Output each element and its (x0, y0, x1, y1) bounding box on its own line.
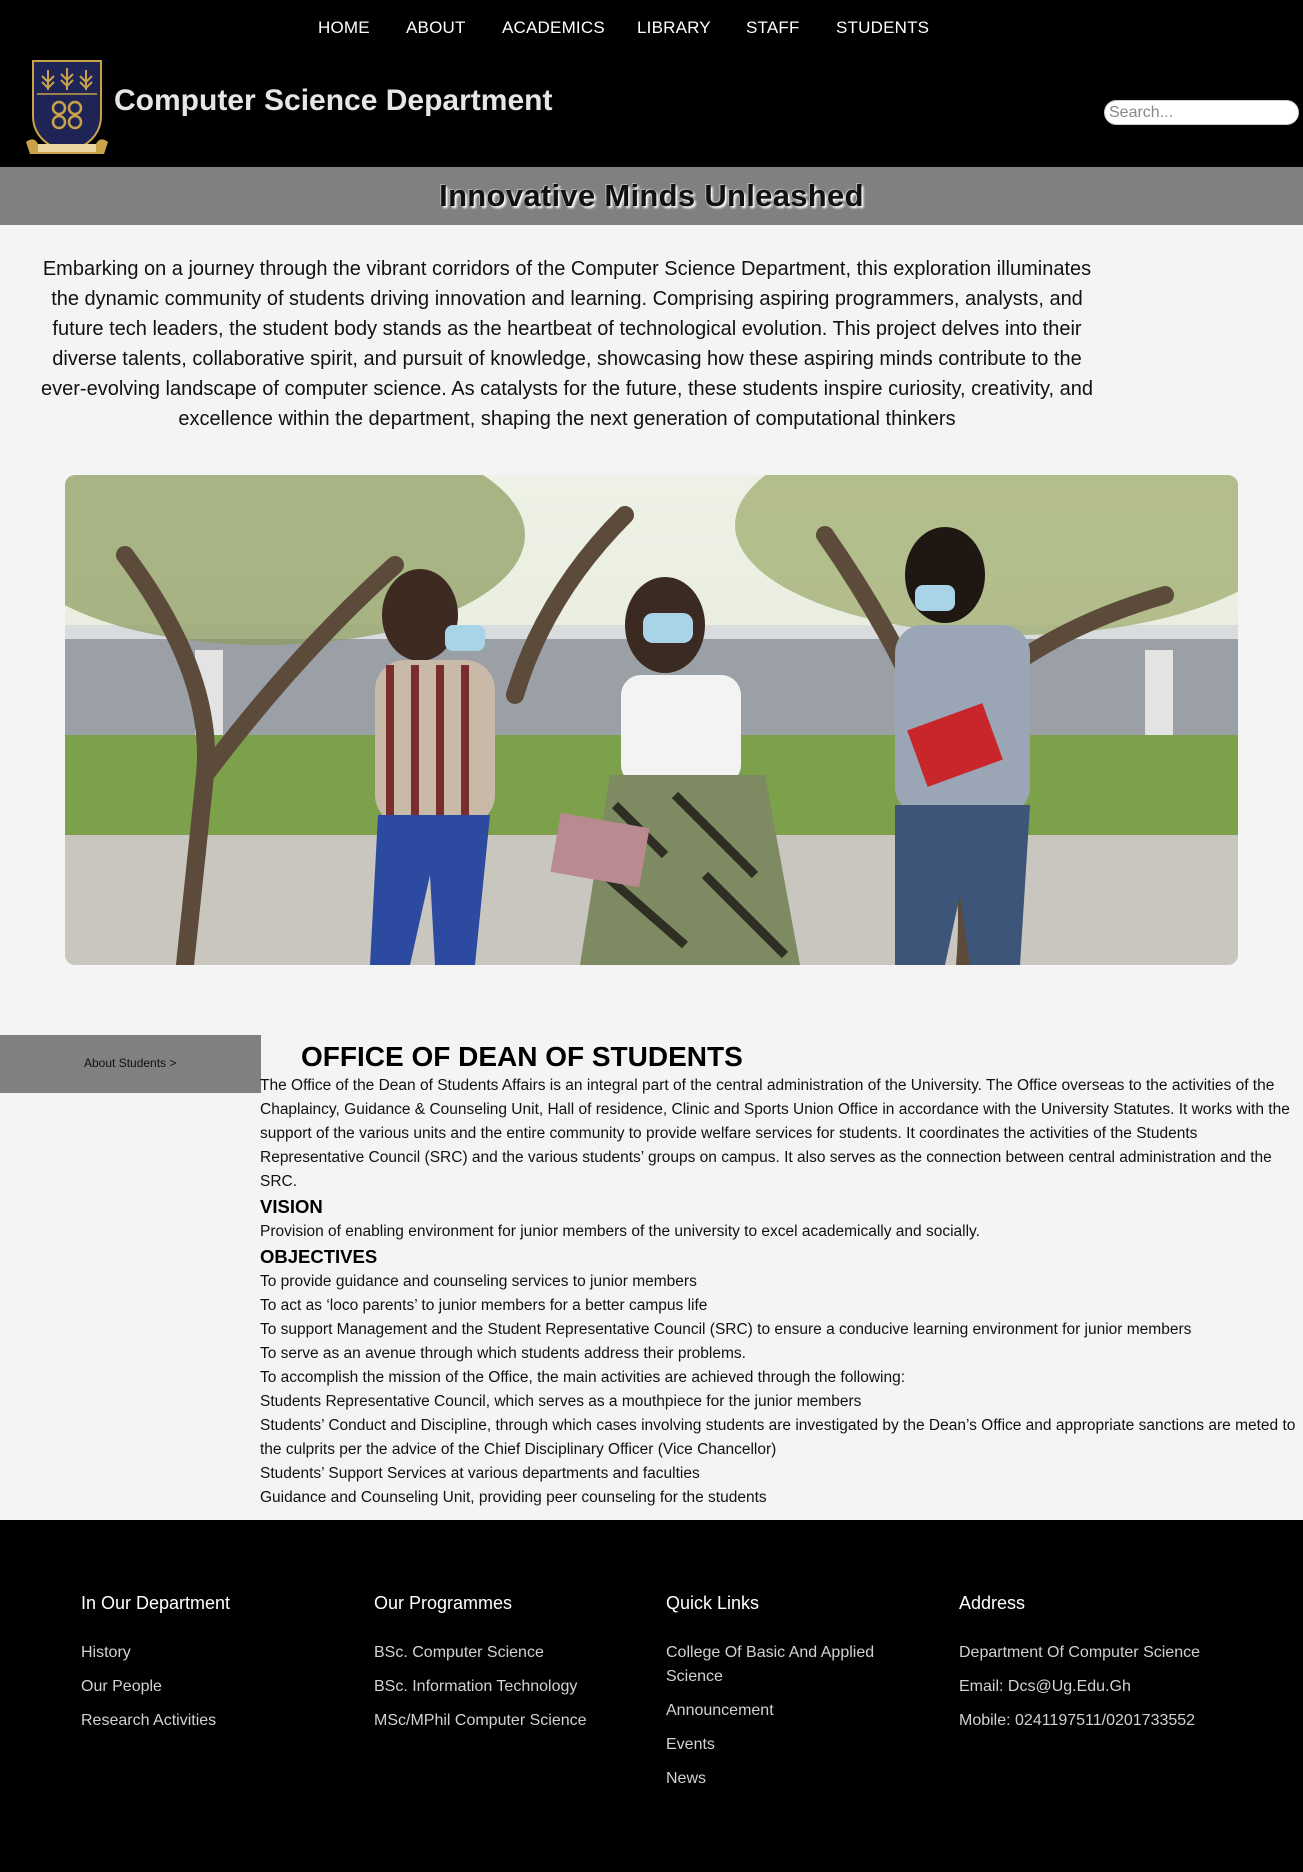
footer-link-announcement[interactable]: Announcement (666, 1699, 916, 1723)
footer-link-bsc-it[interactable]: BSc. Information Technology (374, 1675, 634, 1699)
search-input[interactable] (1104, 100, 1299, 125)
site-title: Computer Science Department (114, 84, 553, 117)
top-navigation: HOME ABOUT ACADEMICS LIBRARY STAFF STUDE… (0, 18, 1303, 42)
footer-link-events[interactable]: Events (666, 1733, 916, 1757)
nav-staff-link[interactable]: STAFF (746, 18, 800, 38)
objective-item: To accomplish the mission of the Office,… (260, 1369, 906, 1386)
nav-academics-link[interactable]: ACADEMICS (502, 18, 605, 38)
footer-link-research[interactable]: Research Activities (81, 1709, 341, 1733)
footer-programmes-column: Our Programmes BSc. Computer Science BSc… (374, 1592, 634, 1743)
intro-paragraph: Embarking on a journey through the vibra… (41, 258, 1093, 430)
site-header: HOME ABOUT ACADEMICS LIBRARY STAFF STUDE… (0, 0, 1303, 167)
vision-heading: VISION (260, 1196, 323, 1217)
footer-address-column: Address Department Of Computer Science E… (959, 1592, 1259, 1743)
objective-item: To serve as an avenue through which stud… (260, 1345, 746, 1362)
sidebar: About Students > (0, 1035, 261, 1093)
vision-text: Provision of enabling environment for ju… (260, 1223, 980, 1240)
footer-link-bsc-cs[interactable]: BSc. Computer Science (374, 1641, 634, 1665)
address-mobile: Mobile: 0241197511/0201733552 (959, 1712, 1196, 1729)
address-department: Department Of Computer Science (959, 1644, 1200, 1661)
site-footer: In Our Department History Our People Res… (0, 1520, 1303, 1872)
objective-item: To support Management and the Student Re… (260, 1321, 1192, 1338)
nav-library-link[interactable]: LIBRARY (637, 18, 711, 38)
objective-item: To provide guidance and counseling servi… (260, 1273, 697, 1290)
footer-link-history[interactable]: History (81, 1641, 341, 1665)
objectives-heading: OBJECTIVES (260, 1246, 378, 1267)
section-title: OFFICE OF DEAN OF STUDENTS (301, 1041, 743, 1072)
footer-heading: Quick Links (666, 1593, 760, 1613)
footer-heading: Our Programmes (374, 1593, 513, 1613)
footer-link-news[interactable]: News (666, 1767, 916, 1791)
nav-about-link[interactable]: ABOUT (406, 18, 466, 38)
footer-link-msc-cs[interactable]: MSc/MPhil Computer Science (374, 1709, 634, 1733)
objective-item: To act as ‘loco parents’ to junior membe… (260, 1297, 708, 1314)
footer-link-college[interactable]: College Of Basic And Applied Science (666, 1641, 916, 1689)
address-email: Email: Dcs@Ug.Edu.Gh (959, 1678, 1131, 1695)
university-crest-icon[interactable] (24, 58, 110, 160)
footer-heading: In Our Department (81, 1593, 231, 1613)
footer-link-our-people[interactable]: Our People (81, 1675, 341, 1699)
objective-item: Guidance and Counseling Unit, providing … (260, 1489, 767, 1506)
footer-heading: Address (959, 1593, 1026, 1613)
sidebar-about-students-link[interactable]: About Students > (84, 1056, 176, 1070)
footer-quick-links-column: Quick Links College Of Basic And Applied… (666, 1592, 916, 1801)
objective-item: Students’ Support Services at various de… (260, 1465, 700, 1482)
page-banner: Innovative Minds Unleashed (0, 167, 1303, 225)
objective-item: Students’ Conduct and Discipline, throug… (260, 1417, 1296, 1458)
banner-title: Innovative Minds Unleashed (439, 178, 864, 213)
nav-home-link[interactable]: HOME (318, 18, 370, 38)
main-content: OFFICE OF DEAN OF STUDENTS The Office of… (260, 1040, 1300, 1510)
nav-students-link[interactable]: STUDENTS (836, 18, 929, 38)
objective-item: Students Representative Council, which s… (260, 1393, 862, 1410)
students-photo (65, 475, 1238, 965)
footer-department-column: In Our Department History Our People Res… (81, 1592, 341, 1743)
intro-text: The Office of the Dean of Students Affai… (260, 1077, 1290, 1190)
